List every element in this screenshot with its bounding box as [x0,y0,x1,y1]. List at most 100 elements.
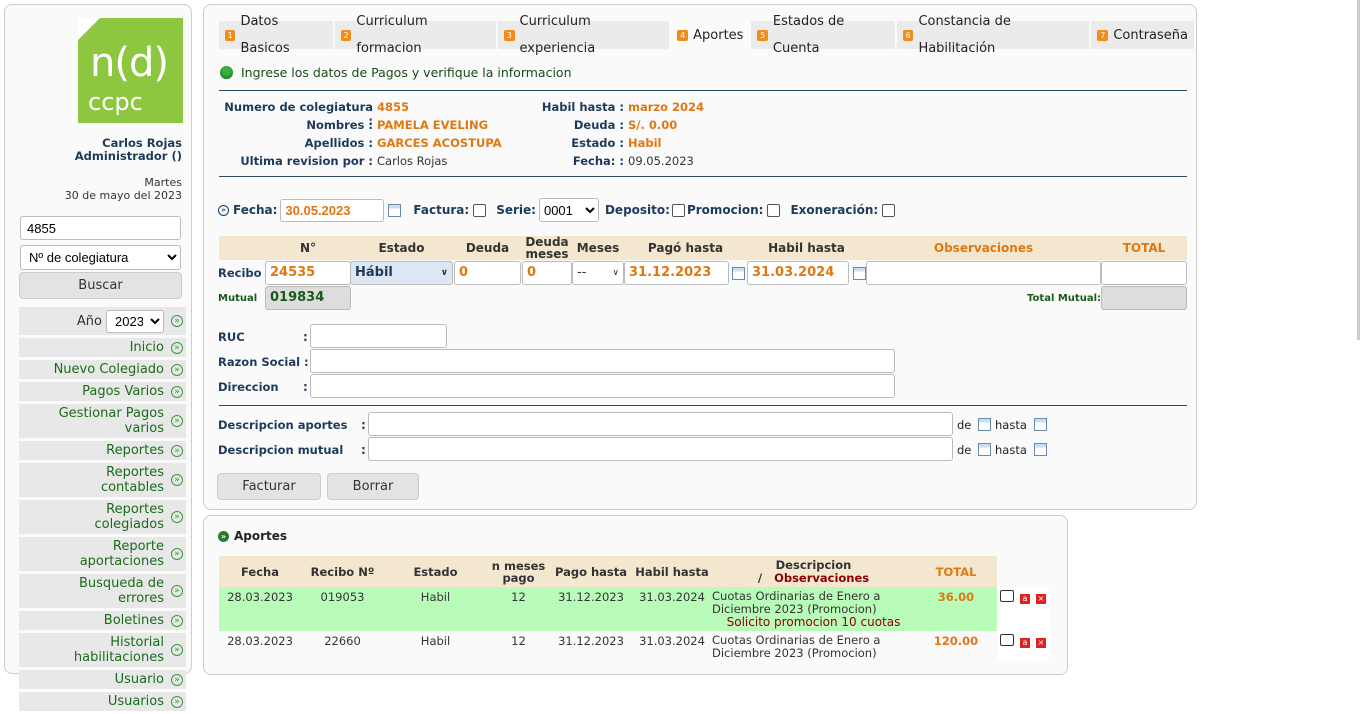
payment-header-7: Observaciones [933,241,1034,255]
tab-curriculum-formacion[interactable]: 2 Curriculum formacion [334,14,497,56]
razon-social-input[interactable] [310,349,895,373]
user-role: Administrador () [74,149,182,163]
go-icon: » [171,444,183,457]
year-select[interactable]: 2023 [106,309,164,333]
sidebar-item-reportes-colegiados[interactable]: Reportes colegiados» [19,500,186,534]
habil-value: marzo 2024 [628,100,705,114]
go-icon: » [171,385,183,398]
facturar-button[interactable]: Facturar [217,473,321,500]
recibo-input[interactable]: 24535 [265,261,351,285]
divider [219,90,1187,91]
descripcion: Cuotas Ordinarias de Enero a Diciembre 2… [712,633,881,660]
go-icon: » [171,474,183,486]
go-icon: » [171,548,183,560]
search-input[interactable] [20,216,181,240]
fecha-input[interactable] [280,198,385,222]
pago-hasta-input[interactable]: 31.12.2023 [624,261,729,285]
delete-icon[interactable]: × [1036,594,1046,604]
calendar-icon[interactable] [1034,443,1047,456]
sidebar-item-reportes-contables[interactable]: Reportes contables» [19,463,186,497]
tab-aportes[interactable]: 4 Aportes [671,21,750,49]
ccpc-logo: n(d) ccpc [78,18,183,123]
descripcion-aportes-input[interactable] [368,412,953,436]
sidebar-item-boletines[interactable]: Boletines» [19,611,186,630]
tab-number-icon: 6 [902,29,914,41]
nombres-value: PAMELA EVELING [377,118,489,132]
tab-contraseña[interactable]: 7 Contraseña [1091,21,1194,49]
pdf-icon[interactable]: a [1020,594,1030,604]
calendar-icon[interactable] [732,267,745,280]
pdf-icon[interactable]: a [1020,638,1030,648]
calendar-icon[interactable] [978,443,991,456]
go-icon: » [171,614,183,627]
aportes-panel: » Aportes Fecha Recibo Nº Estado n meses … [203,515,1068,675]
deuda-meses-input[interactable]: 0 [522,261,572,285]
sidebar-item-reporte-aportaciones[interactable]: Reporte aportaciones» [19,537,186,571]
tab-datos-basicos[interactable]: 1 Datos Basicos [219,14,333,56]
sidebar-item-historial-habilitaciones[interactable]: Historial habilitaciones» [19,633,186,667]
payment-header-1: Estado [378,241,425,255]
sidebar-item-reportes[interactable]: Reportes» [19,441,186,460]
estado-select[interactable]: Hábil ∨ [350,261,453,285]
sidebar-item-usuarios[interactable]: Usuarios» [19,692,186,711]
payment-header-2: Deuda [465,241,510,255]
tab-constancia-de-habilitación[interactable]: 6 Constancia de Habilitación [896,14,1090,56]
exoneracion-checkbox[interactable] [882,203,896,217]
payment-header-5: Pagó hasta [647,241,724,255]
deuda-input[interactable]: 0 [454,261,521,285]
sidebar-item-usuario[interactable]: Usuario» [19,670,186,689]
factura-checkbox[interactable] [473,203,487,217]
tab-number-icon: 3 [504,29,515,41]
meses-select[interactable]: -- ∨ [572,261,624,285]
sidebar-item-pagos-varios[interactable]: Pagos Varios» [19,382,186,401]
go-icon[interactable]: » [171,315,183,327]
observaciones-input[interactable] [866,261,1101,285]
payment-header-0: N° [299,241,317,255]
sidebar-item-gestionar-pagos-varios[interactable]: Gestionar Pagos varios» [19,404,186,438]
go-icon: » [171,415,183,427]
total-input[interactable] [1101,261,1187,285]
estado-value: Habil [628,136,662,150]
table-row: 28.03.2023 22660 Habil 12 31.12.2023 31.03.20… [219,631,1049,661]
descripcion: Cuotas Ordinarias de Enero a Diciembre 2… [712,589,881,616]
calendar-icon[interactable] [1034,418,1047,431]
tab-estados-de-cuenta[interactable]: 5 Estados de Cuenta [751,14,895,56]
go-icon: » [171,363,183,376]
payment-header-3: Deuda meses [525,235,569,261]
go-icon: » [171,511,183,523]
go-icon: » [171,673,183,686]
deposito-checkbox[interactable] [671,203,685,217]
sidebar-item-nuevo-colegiado[interactable]: Nuevo Colegiado» [19,360,186,379]
print-icon[interactable] [1000,590,1014,602]
sidebar-item-inicio[interactable]: Inicio» [19,338,186,357]
calendar-icon[interactable] [853,267,866,280]
sidebar: n(d) ccpc Carlos Rojas Administrador () … [4,4,192,711]
sidebar-item-busqueda-de-errores[interactable]: Busqueda de errores» [19,574,186,608]
calendar-icon[interactable] [978,418,991,431]
delete-icon[interactable]: × [1036,638,1046,648]
search-type-select[interactable]: Nº de colegiatura [20,245,181,270]
year-selector: Año 2023» [19,307,186,335]
promocion-checkbox[interactable] [767,203,781,217]
direccion-input[interactable] [310,374,895,398]
serie-select[interactable]: 0001 [538,198,599,222]
tab-curriculum-experiencia[interactable]: 3 Curriculum experiencia [498,14,670,56]
apellidos-value: GARCES ACOSTUPA [377,136,502,150]
calendar-icon[interactable] [388,203,402,217]
habil-hasta-input[interactable]: 31.03.2024 [747,261,849,285]
tab-number-icon: 4 [677,29,689,41]
print-icon[interactable] [1000,634,1014,646]
search-button[interactable]: Buscar [19,272,182,299]
aportes-table: Fecha Recibo Nº Estado n meses pago Pago… [219,556,1049,661]
divider [219,405,1187,406]
go-icon: » [218,530,229,542]
borrar-button[interactable]: Borrar [327,473,419,500]
divider [219,176,1187,177]
current-date: Martes 30 de mayo del 2023 [64,176,182,202]
table-row: 28.03.2023 019053 Habil 12 31.12.2023 31.03.2… [219,587,1049,631]
ruc-input[interactable] [310,324,447,348]
observacion: Solicito promocion 10 cuotas [726,615,901,629]
member-info-left: Numero de colegiatura :4855 Nombres : PAM… [220,100,502,172]
descripcion-mutual-input[interactable] [368,437,953,461]
go-icon: » [171,341,183,354]
